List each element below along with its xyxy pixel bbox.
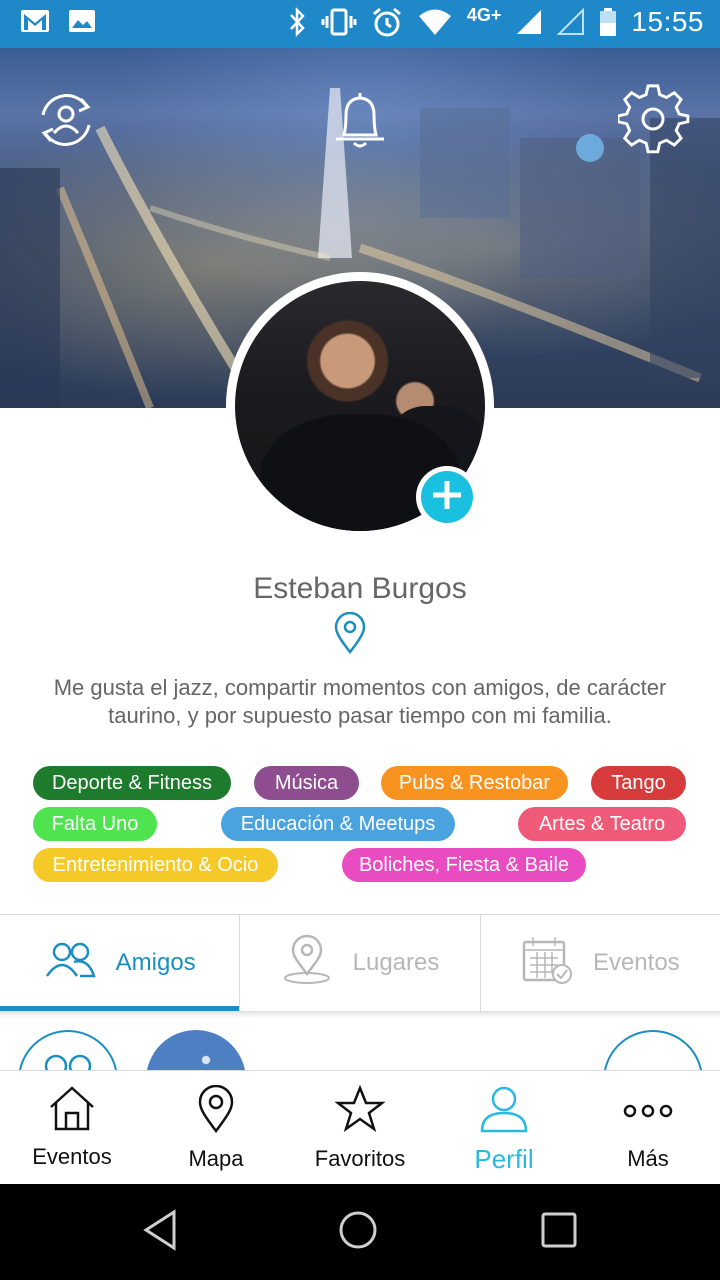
add-friend-item[interactable] <box>18 1030 118 1070</box>
wifi-icon <box>417 7 453 37</box>
friend-avatar[interactable] <box>146 1030 246 1070</box>
network-type: 4G+ <box>466 4 502 25</box>
tag-tango[interactable]: Tango <box>591 766 686 800</box>
home-icon <box>47 1085 97 1136</box>
nav-label: Mapa <box>188 1146 244 1171</box>
gear-icon <box>616 83 690 161</box>
tag-falta-uno[interactable]: Falta Uno <box>33 807 157 841</box>
tag-artes-teatro[interactable]: Artes & Teatro <box>518 807 686 841</box>
nav-mas[interactable]: Más <box>576 1071 720 1184</box>
signal-icon-2 <box>557 8 585 36</box>
recents-button[interactable] <box>529 1202 589 1262</box>
tag-label: Música <box>274 771 339 794</box>
more-icon <box>622 1085 674 1138</box>
tag-entretenimiento-ocio[interactable]: Entretenimiento & Ocio <box>33 848 278 882</box>
tab-label: Lugares <box>352 949 440 976</box>
plus-icon <box>430 478 464 517</box>
user-icon <box>478 1085 530 1138</box>
active-tab-indicator <box>0 1006 240 1011</box>
alarm-icon <box>371 6 403 38</box>
switch-profile-button[interactable] <box>26 82 106 162</box>
tag-label: Artes & Teatro <box>538 812 666 835</box>
clock: 15:55 <box>631 6 704 37</box>
home-circle-icon <box>336 1208 380 1257</box>
refresh-profile-icon <box>31 85 101 160</box>
tag-label: Falta Uno <box>51 812 139 835</box>
settings-button[interactable] <box>614 82 694 162</box>
recents-square-icon <box>539 1210 579 1255</box>
map-pin-icon <box>196 1084 236 1138</box>
bottom-navigation: Eventos Mapa Favoritos Perfil Más <box>0 1070 720 1184</box>
tab-eventos[interactable]: Eventos <box>479 915 720 1011</box>
nav-mapa[interactable]: Mapa <box>144 1071 288 1184</box>
system-navigation-bar <box>0 1184 720 1280</box>
nav-label: Más <box>627 1146 669 1171</box>
tag-musica[interactable]: Música <box>254 766 359 800</box>
profile-tabs: Amigos Lugares Eventos <box>0 914 720 1012</box>
nav-favoritos[interactable]: Favoritos <box>288 1071 432 1184</box>
status-bar: 4G+ 15:55 <box>0 0 720 48</box>
tag-label: Pubs & Restobar <box>398 771 551 794</box>
nav-label: Eventos <box>32 1144 112 1169</box>
gmail-icon <box>20 8 50 34</box>
tag-label: Tango <box>611 771 666 794</box>
see-all-friends-item[interactable] <box>603 1030 703 1070</box>
star-icon <box>334 1084 386 1138</box>
battery-icon <box>599 7 617 37</box>
nav-label: Favoritos <box>314 1146 406 1171</box>
bell-icon <box>330 87 390 158</box>
profile-bio: Me gusta el jazz, compartir momentos con… <box>53 675 667 728</box>
signal-icon <box>515 8 543 36</box>
calendar-icon <box>521 934 573 993</box>
tag-label: Educación & Meetups <box>240 812 436 835</box>
friends-icon <box>44 940 96 987</box>
tag-educacion-meetups[interactable]: Educación & Meetups <box>221 807 455 841</box>
home-button[interactable] <box>328 1202 388 1262</box>
bluetooth-icon <box>287 7 307 37</box>
tag-label: Deporte & Fitness <box>51 771 213 794</box>
tab-amigos[interactable]: Amigos <box>0 915 240 1011</box>
notifications-button[interactable] <box>320 82 400 162</box>
tab-label: Amigos <box>115 949 196 976</box>
location-pin-icon[interactable] <box>330 612 370 654</box>
nav-perfil[interactable]: Perfil <box>432 1071 576 1184</box>
tag-label: Entretenimiento & Ocio <box>52 853 259 876</box>
vibrate-icon <box>321 7 357 37</box>
nav-eventos[interactable]: Eventos <box>0 1071 144 1184</box>
back-triangle-icon <box>140 1208 180 1257</box>
nav-label: Perfil <box>474 1144 534 1174</box>
friends-list <box>0 1018 720 1070</box>
friends-icon <box>44 1054 92 1070</box>
tag-boliches-fiesta-baile[interactable]: Boliches, Fiesta & Baile <box>342 848 586 882</box>
tag-deporte-fitness[interactable]: Deporte & Fitness <box>33 766 231 800</box>
profile-name: Esteban Burgos <box>253 572 467 605</box>
map-pin-icon <box>281 934 333 993</box>
add-photo-button[interactable] <box>416 466 478 528</box>
tab-label: Eventos <box>592 949 680 976</box>
image-icon <box>68 8 96 34</box>
tag-label: Boliches, Fiesta & Baile <box>358 853 570 876</box>
tab-lugares[interactable]: Lugares <box>239 915 479 1011</box>
tag-pubs-restobar[interactable]: Pubs & Restobar <box>381 766 568 800</box>
back-button[interactable] <box>130 1202 190 1262</box>
